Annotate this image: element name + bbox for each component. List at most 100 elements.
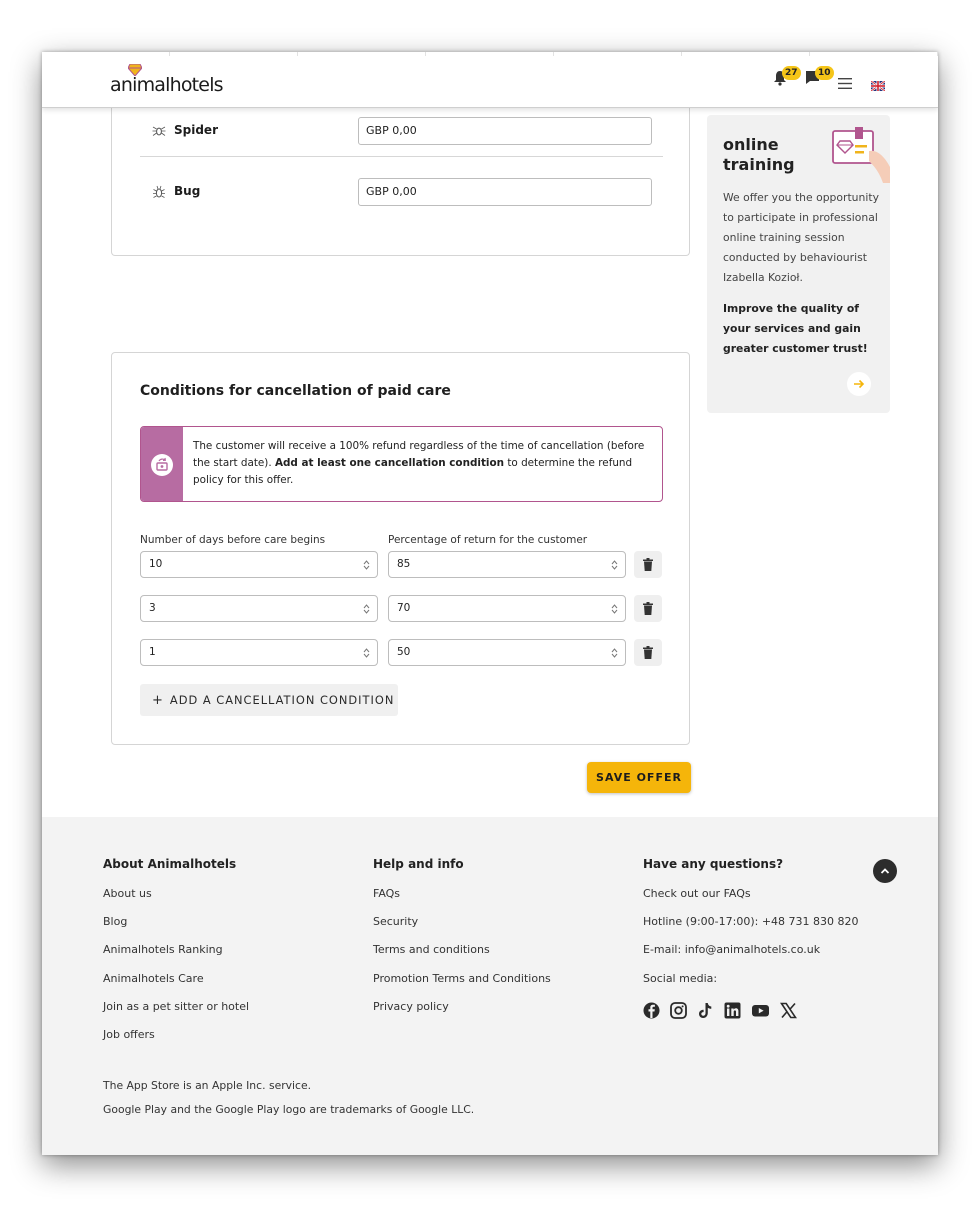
trash-icon xyxy=(643,558,653,571)
footer-email[interactable]: E-mail: info@animalhotels.co.uk xyxy=(643,943,859,971)
footer-link[interactable]: Terms and conditions xyxy=(373,943,551,971)
notice-text: The customer will receive a 100% refund … xyxy=(193,438,653,489)
tiktok-icon[interactable] xyxy=(697,1002,714,1019)
percent-input[interactable]: 85 xyxy=(388,551,626,578)
spinner-icon[interactable] xyxy=(363,603,370,615)
linkedin-icon[interactable] xyxy=(724,1002,741,1019)
footer-column-help: Help and info FAQs Security Terms and co… xyxy=(373,857,551,1028)
footer-heading: Help and info xyxy=(373,857,464,871)
social-icons xyxy=(643,1001,859,1019)
footer-heading: Have any questions? xyxy=(643,857,784,871)
footer-link[interactable]: Job offers xyxy=(103,1028,249,1056)
messages-button[interactable]: 10 xyxy=(805,66,834,89)
bug-icon xyxy=(153,185,165,198)
footer-link[interactable]: Check out our FAQs xyxy=(643,887,859,915)
trash-icon xyxy=(643,646,653,659)
footer: About Animalhotels About us Blog Animalh… xyxy=(42,817,938,1155)
row-divider xyxy=(140,156,663,157)
animal-name: Spider xyxy=(174,123,218,137)
spinner-icon[interactable] xyxy=(611,559,618,571)
delete-condition-button[interactable] xyxy=(634,595,662,622)
animal-row-bug: Bug GBP 0,00 xyxy=(140,178,662,206)
percent-value: 50 xyxy=(397,646,411,658)
spinner-icon[interactable] xyxy=(363,647,370,659)
percent-input[interactable]: 70 xyxy=(388,595,626,622)
x-icon[interactable] xyxy=(780,1002,797,1019)
refund-notice: The customer will receive a 100% refund … xyxy=(140,426,663,502)
language-selector[interactable] xyxy=(870,76,886,95)
top-navigation-bar: animalhotels 27 10 xyxy=(42,52,938,108)
promo-arrow-button[interactable] xyxy=(847,372,871,396)
cancellation-card: Conditions for cancellation of paid care… xyxy=(111,352,690,745)
days-column-label: Number of days before care begins xyxy=(140,534,326,546)
notifications-badge: 27 xyxy=(782,66,801,80)
days-input[interactable]: 10 xyxy=(140,551,378,578)
add-button-label: ADD A CANCELLATION CONDITION xyxy=(169,693,395,707)
footer-link[interactable]: Blog xyxy=(103,915,249,943)
percent-value: 85 xyxy=(397,558,411,570)
uk-flag-icon xyxy=(870,80,886,92)
promo-title: online training xyxy=(723,135,795,174)
chevron-up-icon xyxy=(880,868,890,874)
spinner-icon[interactable] xyxy=(611,603,618,615)
days-value: 3 xyxy=(149,602,156,614)
notice-text-bold: Add at least one cancellation condition xyxy=(274,457,505,469)
app-store-notice: The App Store is an Apple Inc. service. xyxy=(103,1079,312,1092)
footer-link[interactable]: Join as a pet sitter or hotel xyxy=(103,1000,249,1028)
arrow-right-icon xyxy=(854,379,865,389)
footer-legal: The App Store is an Apple Inc. service. … xyxy=(103,1074,474,1122)
footer-link[interactable]: Animalhotels Ranking xyxy=(103,943,249,971)
training-illustration xyxy=(832,127,890,183)
footer-link[interactable]: Animalhotels Care xyxy=(103,972,249,1000)
percent-input[interactable]: 50 xyxy=(388,639,626,666)
spinner-icon[interactable] xyxy=(611,647,618,659)
online-training-promo[interactable]: online training We offer you the opportu… xyxy=(707,115,890,413)
delete-condition-button[interactable] xyxy=(634,639,662,666)
notice-accent xyxy=(141,427,183,501)
facebook-icon[interactable] xyxy=(643,1002,660,1019)
footer-heading: About Animalhotels xyxy=(103,857,237,871)
footer-link[interactable]: Security xyxy=(373,915,551,943)
browser-window: animalhotels 27 10 Spider GBP 0,00 Bug G… xyxy=(42,52,938,1155)
footer-social-label: Social media: xyxy=(643,971,718,985)
save-offer-button[interactable]: SAVE OFFER xyxy=(587,762,691,793)
delete-condition-button[interactable] xyxy=(634,551,662,578)
promo-text: We offer you the opportunity to particip… xyxy=(723,191,879,284)
site-logo[interactable]: animalhotels xyxy=(110,64,240,98)
logo-text: animalhotels xyxy=(110,74,224,96)
animal-name: Bug xyxy=(174,184,201,198)
footer-link[interactable]: Privacy policy xyxy=(373,1000,551,1028)
plus-icon: + xyxy=(152,693,164,708)
scroll-to-top-button[interactable] xyxy=(873,859,897,883)
days-input[interactable]: 3 xyxy=(140,595,378,622)
promo-highlight: Improve the quality of your services and… xyxy=(723,302,868,355)
notifications-button[interactable]: 27 xyxy=(773,66,801,90)
percent-column-label: Percentage of return for the customer xyxy=(388,534,588,546)
spider-price-input[interactable]: GBP 0,00 xyxy=(358,117,652,145)
tab-strip xyxy=(42,52,938,56)
refund-icon xyxy=(151,454,173,476)
hamburger-icon xyxy=(838,78,852,89)
footer-column-about: About Animalhotels About us Blog Animalh… xyxy=(103,857,249,1056)
days-value: 1 xyxy=(149,646,156,658)
youtube-icon[interactable] xyxy=(751,1002,770,1019)
footer-link[interactable]: FAQs xyxy=(373,887,551,915)
add-cancellation-condition-button[interactable]: + ADD A CANCELLATION CONDITION xyxy=(140,684,398,716)
menu-button[interactable] xyxy=(838,74,852,93)
footer-column-contact: Have any questions? Check out our FAQs H… xyxy=(643,857,859,1019)
messages-badge: 10 xyxy=(815,66,834,80)
footer-link[interactable]: Promotion Terms and Conditions xyxy=(373,972,551,1000)
footer-link[interactable]: About us xyxy=(103,887,249,915)
animal-prices-card: Spider GBP 0,00 Bug GBP 0,00 xyxy=(111,102,690,256)
animal-row-spider: Spider GBP 0,00 xyxy=(140,117,662,145)
instagram-icon[interactable] xyxy=(670,1001,687,1019)
cancellation-title: Conditions for cancellation of paid care xyxy=(140,383,451,399)
days-input[interactable]: 1 xyxy=(140,639,378,666)
bug-price-input[interactable]: GBP 0,00 xyxy=(358,178,652,206)
google-play-notice: Google Play and the Google Play logo are… xyxy=(103,1103,475,1116)
trash-icon xyxy=(643,602,653,615)
spinner-icon[interactable] xyxy=(363,559,370,571)
percent-value: 70 xyxy=(397,602,411,614)
footer-hotline: Hotline (9:00-17:00): +48 731 830 820 xyxy=(643,915,859,929)
days-value: 10 xyxy=(149,558,163,570)
